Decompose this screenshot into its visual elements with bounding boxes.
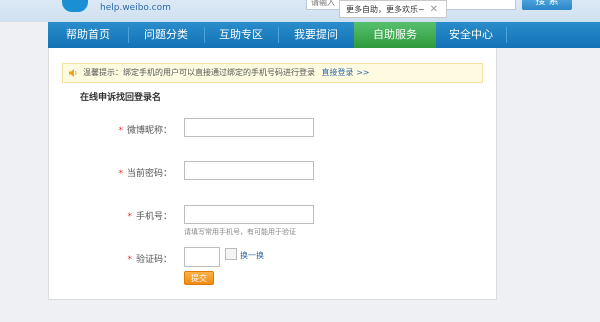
logo-text: help.weibo.com bbox=[100, 3, 171, 13]
submit-button[interactable]: 提交 bbox=[184, 271, 214, 285]
required-mark: * bbox=[127, 212, 132, 222]
nav-item-ask-question[interactable]: 我要提问 bbox=[278, 22, 354, 48]
required-mark: * bbox=[118, 169, 123, 179]
main-nav: 帮助首页 问题分类 互助专区 我要提问 自助服务 安全中心 bbox=[48, 22, 600, 48]
phone-label: * 手机号： bbox=[82, 209, 172, 222]
tooltip-text: 更多自助，更多欢乐~ bbox=[346, 5, 425, 14]
required-mark: * bbox=[118, 126, 123, 136]
form-title: 在线申诉找回登录名 bbox=[80, 93, 162, 103]
search-button[interactable]: 搜 索 bbox=[522, 0, 572, 10]
captcha-label-text: 验证码： bbox=[135, 255, 172, 265]
nav-item-security-center[interactable]: 安全中心 bbox=[436, 22, 506, 48]
direct-login-link[interactable]: 直接登录 >> bbox=[322, 68, 370, 77]
nav-item-categories[interactable]: 问题分类 bbox=[128, 22, 204, 48]
phone-hint: 请填写常用手机号，有可能用于验证 bbox=[184, 228, 296, 236]
captcha-label: * 验证码： bbox=[82, 252, 172, 265]
close-icon[interactable]: ✕ bbox=[430, 1, 438, 19]
password-label: * 当前密码： bbox=[82, 166, 172, 179]
captcha-image-icon[interactable] bbox=[225, 248, 237, 260]
required-mark: * bbox=[127, 255, 132, 265]
tooltip: 更多自助，更多欢乐~ ✕ bbox=[339, 0, 447, 18]
weibo-logo-icon bbox=[62, 0, 88, 12]
refresh-captcha-link[interactable]: 换一换 bbox=[240, 250, 264, 261]
tip-text: 温馨提示：绑定手机的用户可以直接通过绑定的手机号码进行登录 bbox=[83, 68, 315, 77]
header-bar: help.weibo.com 搜 索 bbox=[0, 0, 600, 22]
nickname-input[interactable] bbox=[184, 118, 314, 137]
captcha-input[interactable] bbox=[184, 247, 220, 267]
nav-separator bbox=[506, 27, 507, 43]
password-input[interactable] bbox=[184, 161, 314, 180]
speaker-icon bbox=[69, 69, 77, 77]
password-label-text: 当前密码： bbox=[126, 169, 172, 179]
tip-banner: 温馨提示：绑定手机的用户可以直接通过绑定的手机号码进行登录 直接登录 >> bbox=[62, 63, 483, 83]
nickname-label-text: 微博昵称： bbox=[126, 126, 172, 136]
nav-item-self-service[interactable]: 自助服务 bbox=[354, 22, 436, 48]
phone-input[interactable] bbox=[184, 205, 314, 224]
nav-item-help-home[interactable]: 帮助首页 bbox=[48, 22, 128, 48]
phone-label-text: 手机号： bbox=[135, 212, 172, 222]
nickname-label: * 微博昵称： bbox=[82, 123, 172, 136]
nav-item-mutual-help[interactable]: 互助专区 bbox=[204, 22, 278, 48]
